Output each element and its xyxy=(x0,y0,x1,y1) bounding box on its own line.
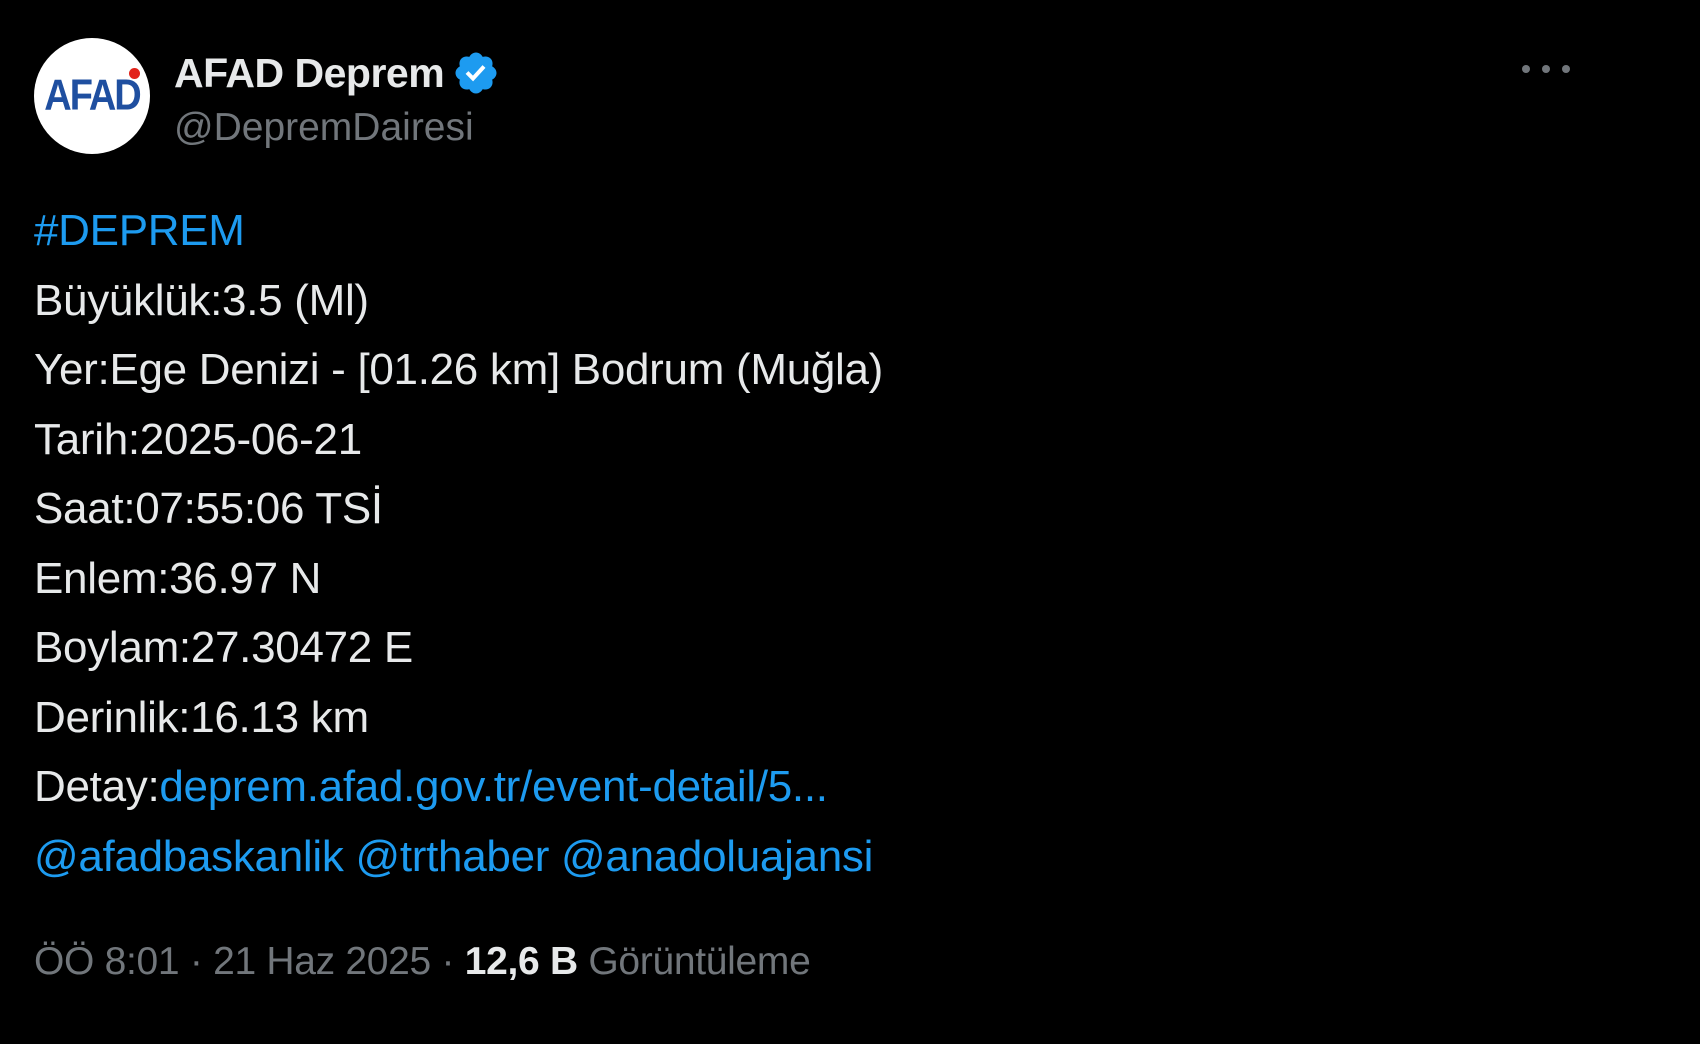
name-row: AFAD Deprem xyxy=(174,42,500,104)
views-count: 12,6 B xyxy=(464,940,578,983)
separator: · xyxy=(430,940,465,983)
separator: · xyxy=(179,940,214,983)
detail-link[interactable]: deprem.afad.gov.tr/event-detail/5... xyxy=(159,762,828,811)
post-date[interactable]: 21 Haz 2025 xyxy=(213,940,431,983)
hashtag-link[interactable]: #DEPREM xyxy=(34,206,245,255)
more-dot xyxy=(1542,65,1550,73)
tweet-card: AFAD AFAD Deprem @DepremDairesi #DEPREM … xyxy=(0,0,1700,1044)
author-handle[interactable]: @DepremDairesi xyxy=(174,106,500,150)
tweet-text: #DEPREM Büyüklük:3.5 (Ml) Yer:Ege Denizi… xyxy=(34,196,883,891)
views-label: Görüntüleme xyxy=(577,940,811,983)
date-line: Tarih:2025-06-21 xyxy=(34,414,362,464)
detail-label: Detay: xyxy=(34,762,160,811)
longitude-line: Boylam:27.30472 E xyxy=(34,623,413,672)
more-dot xyxy=(1562,65,1570,73)
display-name[interactable]: AFAD Deprem xyxy=(174,50,445,97)
depth-line: Derinlik:16.13 km xyxy=(34,692,369,742)
mentions-line: @afadbaskanlik @trthaber @anadoluajansi xyxy=(34,822,883,892)
avatar-logo-text: AFAD xyxy=(44,71,141,120)
more-dot xyxy=(1522,65,1530,73)
mention-link[interactable]: @anadoluajansi xyxy=(561,832,873,881)
latitude-line: Enlem:36.97 N xyxy=(34,553,322,603)
more-options-icon[interactable] xyxy=(1522,54,1570,84)
location-line: Yer:Ege Denizi - [01.26 km] Bodrum (Muğl… xyxy=(34,345,884,394)
tweet-footer: ÖÖ 8:01 · 21 Haz 2025 · 12,6 B Görüntüle… xyxy=(34,940,811,984)
avatar-logo-dot xyxy=(129,68,140,79)
tweet-header: AFAD AFAD Deprem @DepremDairesi xyxy=(34,37,500,155)
post-time[interactable]: ÖÖ 8:01 xyxy=(34,940,180,983)
author-names: AFAD Deprem @DepremDairesi xyxy=(174,42,500,150)
time-line: Saat:07:55:06 TSİ xyxy=(34,484,383,533)
detail-line: Detay:deprem.afad.gov.tr/event-detail/5.… xyxy=(34,752,883,822)
mention-link[interactable]: @trthaber xyxy=(355,832,549,881)
avatar[interactable]: AFAD xyxy=(34,38,150,154)
magnitude-line: Büyüklük:3.5 (Ml) xyxy=(34,275,369,325)
mention-link[interactable]: @afadbaskanlik xyxy=(34,832,344,881)
verified-badge-icon[interactable] xyxy=(452,49,500,97)
